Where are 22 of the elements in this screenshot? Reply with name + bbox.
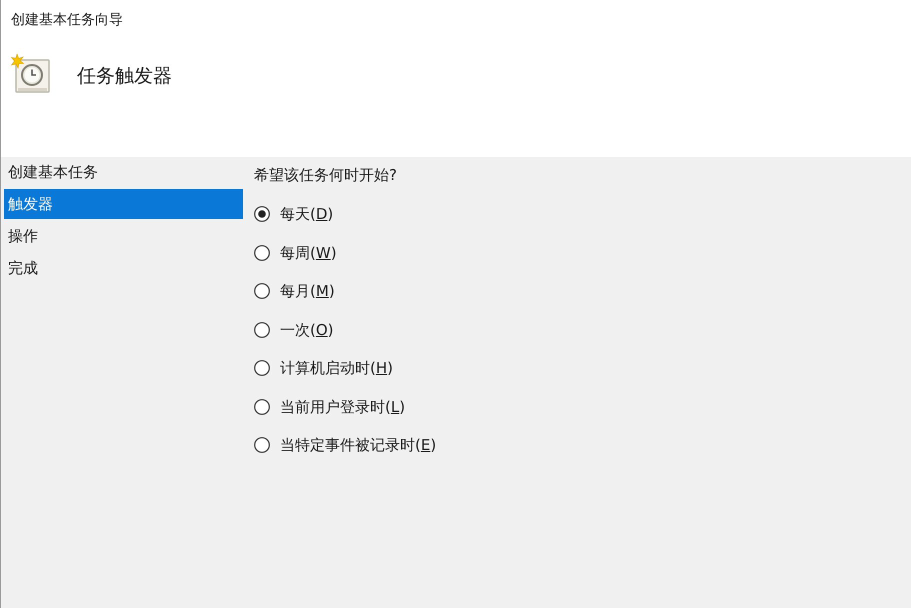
radio-button[interactable] (254, 206, 270, 222)
question-label: 希望该任务何时开始? (254, 165, 398, 186)
wizard-step[interactable]: 触发器 (4, 189, 243, 219)
clock-with-star-icon (11, 54, 51, 94)
radio-button[interactable] (254, 360, 270, 376)
option-label[interactable]: 每天(D) (280, 204, 334, 224)
radio-button[interactable] (254, 283, 270, 300)
window-title: 创建基本任务向导 (11, 11, 124, 30)
option-label[interactable]: 一次(O) (280, 320, 334, 340)
radio-button[interactable] (254, 437, 270, 454)
radio-button[interactable] (254, 398, 270, 415)
option-label[interactable]: 当特定事件被记录时(E) (280, 435, 436, 456)
option-label[interactable]: 每月(M) (280, 281, 335, 302)
wizard-step[interactable]: 完成 (4, 253, 243, 283)
option-label[interactable]: 当前用户登录时(L) (280, 396, 406, 417)
page-heading: 任务触发器 (77, 64, 172, 89)
radio-button[interactable] (254, 322, 270, 338)
option-label[interactable]: 每周(W) (280, 242, 337, 263)
wizard-step[interactable]: 操作 (4, 221, 243, 251)
radio-button[interactable] (254, 244, 270, 261)
option-label[interactable]: 计算机启动时(H) (280, 358, 393, 378)
wizard-step[interactable]: 创建基本任务 (4, 157, 243, 187)
